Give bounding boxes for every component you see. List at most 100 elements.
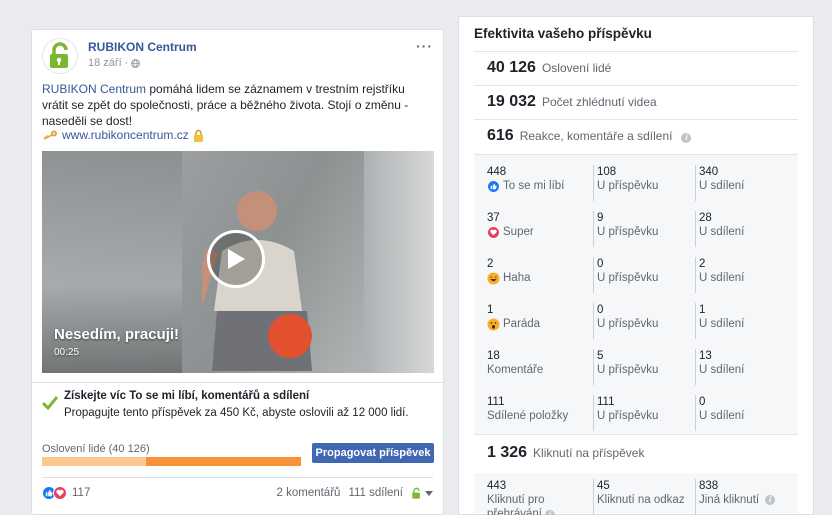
breakdown-value: 0 bbox=[597, 304, 604, 316]
reactions-count[interactable]: 117 bbox=[72, 487, 90, 499]
divider bbox=[474, 51, 798, 52]
like-icon bbox=[487, 179, 500, 193]
breakdown-label: U sdílení bbox=[699, 272, 745, 284]
breakdown-row-like: 448 To se mi líbí 108 U příspěvku 340 U sd… bbox=[474, 165, 798, 201]
clicks-value: 1 326 bbox=[487, 444, 528, 461]
page-avatar[interactable] bbox=[42, 38, 78, 74]
breakdown-row-shares: 111 Sdílené položky 111 U příspěvku 0 U sdí… bbox=[474, 395, 798, 431]
panel-title: Efektivita vašeho příspěvku bbox=[474, 26, 652, 41]
website-link[interactable]: www.rubikoncentrum.cz bbox=[62, 128, 189, 142]
breakdown-label: U příspěvku bbox=[597, 226, 659, 238]
breakdown-value: 111 bbox=[597, 396, 615, 408]
shares-count[interactable]: 111 sdílení bbox=[348, 487, 403, 499]
post-as-selector[interactable] bbox=[411, 487, 433, 500]
breakdown-row-wow: 1 Paráda 0 U příspěvku 1 U sdílení bbox=[474, 303, 798, 339]
post-text-page-link[interactable]: RUBIKON Centrum bbox=[42, 82, 146, 96]
video-title: Nesedím, pracuji! bbox=[54, 326, 180, 343]
breakdown-label: Haha bbox=[503, 272, 531, 284]
divider bbox=[474, 119, 798, 120]
breakdown-value: 28 bbox=[699, 212, 712, 224]
breakdown-label: U příspěvku bbox=[597, 272, 659, 284]
engagement-breakdown: 448 To se mi líbí 108 U příspěvku 340 U sd… bbox=[474, 154, 798, 435]
engagement-value: 616 bbox=[487, 127, 514, 144]
clicks-metric: 1 326 Kliknutí na příspěvek bbox=[487, 444, 644, 462]
post-header: RUBIKON Centrum 18 září · ··· bbox=[42, 38, 433, 74]
page-name-link[interactable]: RUBIKON Centrum bbox=[88, 40, 197, 54]
play-icon bbox=[228, 249, 245, 269]
comments-count[interactable]: 2 komentářů bbox=[277, 487, 341, 499]
breakdown-label: U sdílení bbox=[699, 364, 745, 376]
breakdown-value: 9 bbox=[597, 212, 604, 224]
info-icon[interactable]: i bbox=[765, 495, 776, 505]
breakdown-value: 2 bbox=[487, 258, 494, 270]
video-views-value: 19 032 bbox=[487, 93, 536, 110]
breakdown-label: U sdílení bbox=[699, 226, 745, 238]
breakdown-value: 5 bbox=[597, 350, 604, 362]
breakdown-row-haha: 2 Haha 0 U příspěvku 2 U sdílení bbox=[474, 257, 798, 293]
post-date[interactable]: 18 září bbox=[88, 57, 122, 69]
reach-bar-organic bbox=[42, 457, 146, 466]
info-icon[interactable]: i bbox=[681, 132, 692, 143]
video-views-label: Počet zhlédnutí videa bbox=[541, 95, 657, 109]
breakdown-value: 111 bbox=[487, 396, 505, 408]
love-icon bbox=[487, 225, 500, 239]
post-text: RUBIKON Centrum pomáhá lidem se záznamem… bbox=[42, 81, 432, 129]
haha-icon bbox=[487, 271, 500, 285]
breakdown-value: 340 bbox=[699, 166, 719, 178]
breakdown-value: 2 bbox=[699, 258, 706, 270]
reach-metric: 40 126 Oslovení lidé bbox=[487, 59, 611, 77]
promote-post-button[interactable]: Propagovat příspěvek bbox=[312, 443, 434, 463]
chevron-down-icon bbox=[425, 490, 433, 496]
breakdown-value: 37 bbox=[487, 212, 500, 224]
info-icon[interactable]: i bbox=[544, 510, 555, 515]
video-player[interactable]: Nesedím, pracuji! 00:25 bbox=[42, 151, 434, 373]
breakdown-value: 108 bbox=[597, 166, 617, 178]
breakdown-value: 18 bbox=[487, 350, 500, 362]
wow-icon bbox=[487, 317, 500, 331]
reactions-summary: 117 2 komentářů 111 sdílení bbox=[42, 484, 433, 502]
clicks-label: Kliknutí na příspěvek bbox=[533, 446, 645, 460]
breakdown-row-love: 37 Super 9 U příspěvku 28 U sdílení bbox=[474, 211, 798, 247]
promotion-tip: Získejte víc To se mi líbí, komentářů a … bbox=[42, 390, 433, 426]
divider bbox=[32, 382, 443, 383]
breakdown-label: U sdílení bbox=[699, 318, 745, 330]
engagement-metric: 616 Reakce, komentáře a sdílení i bbox=[487, 127, 692, 145]
video-views-metric: 19 032 Počet zhlédnutí videa bbox=[487, 93, 657, 111]
post-link-line: www.rubikoncentrum.cz bbox=[42, 128, 204, 142]
breakdown-label: Kliknutí na odkaz bbox=[597, 494, 685, 506]
breakdown-label: Paráda bbox=[503, 318, 541, 330]
breakdown-label: Sdílené položky bbox=[487, 410, 569, 422]
breakdown-value: 45 bbox=[597, 480, 610, 492]
breakdown-label: To se mi líbí bbox=[503, 180, 565, 192]
breakdown-value: 838 bbox=[699, 480, 719, 492]
breakdown-label: U sdílení bbox=[699, 180, 745, 192]
rubikon-lock-icon bbox=[50, 42, 68, 68]
breakdown-label: Super bbox=[503, 226, 534, 238]
more-options-button[interactable]: ··· bbox=[416, 38, 433, 54]
breakdown-value: 1 bbox=[699, 304, 706, 316]
love-reaction-icon bbox=[53, 486, 67, 500]
video-duration: 00:25 bbox=[54, 347, 80, 358]
clicks-breakdown: 443 Kliknutí pro přehrávání i 45 Kliknutí… bbox=[474, 473, 798, 515]
breakdown-value: 0 bbox=[699, 396, 706, 408]
promotion-title: Získejte víc To se mi líbí, komentářů a … bbox=[64, 390, 310, 402]
breakdown-label: U příspěvku bbox=[597, 180, 659, 192]
divider bbox=[474, 85, 798, 86]
check-icon bbox=[42, 396, 58, 410]
breakdown-value: 448 bbox=[487, 166, 507, 178]
reach-metric-label: Oslovení lidé bbox=[541, 61, 612, 75]
breakdown-value: 0 bbox=[597, 258, 604, 270]
reach-bar bbox=[42, 457, 301, 466]
reaction-icons[interactable] bbox=[42, 486, 67, 500]
rubikon-lock-icon bbox=[412, 487, 420, 499]
breakdown-value: 1 bbox=[487, 304, 494, 316]
play-button[interactable] bbox=[207, 230, 265, 288]
post-card: RUBIKON Centrum 18 září · ··· RUBIKON Ce… bbox=[31, 29, 444, 515]
reach-label: Oslovení lidé (40 126) bbox=[42, 443, 150, 455]
breakdown-label: U sdílení bbox=[699, 410, 745, 422]
breakdown-label: U příspěvku bbox=[597, 318, 659, 330]
breakdown-row-comments: 18 Komentáře 5 U příspěvku 13 U sdílení bbox=[474, 349, 798, 385]
breakdown-label: Kliknutí pro přehrávání bbox=[487, 494, 545, 515]
reach-value: 40 126 bbox=[487, 59, 536, 76]
breakdown-value: 13 bbox=[699, 350, 712, 362]
